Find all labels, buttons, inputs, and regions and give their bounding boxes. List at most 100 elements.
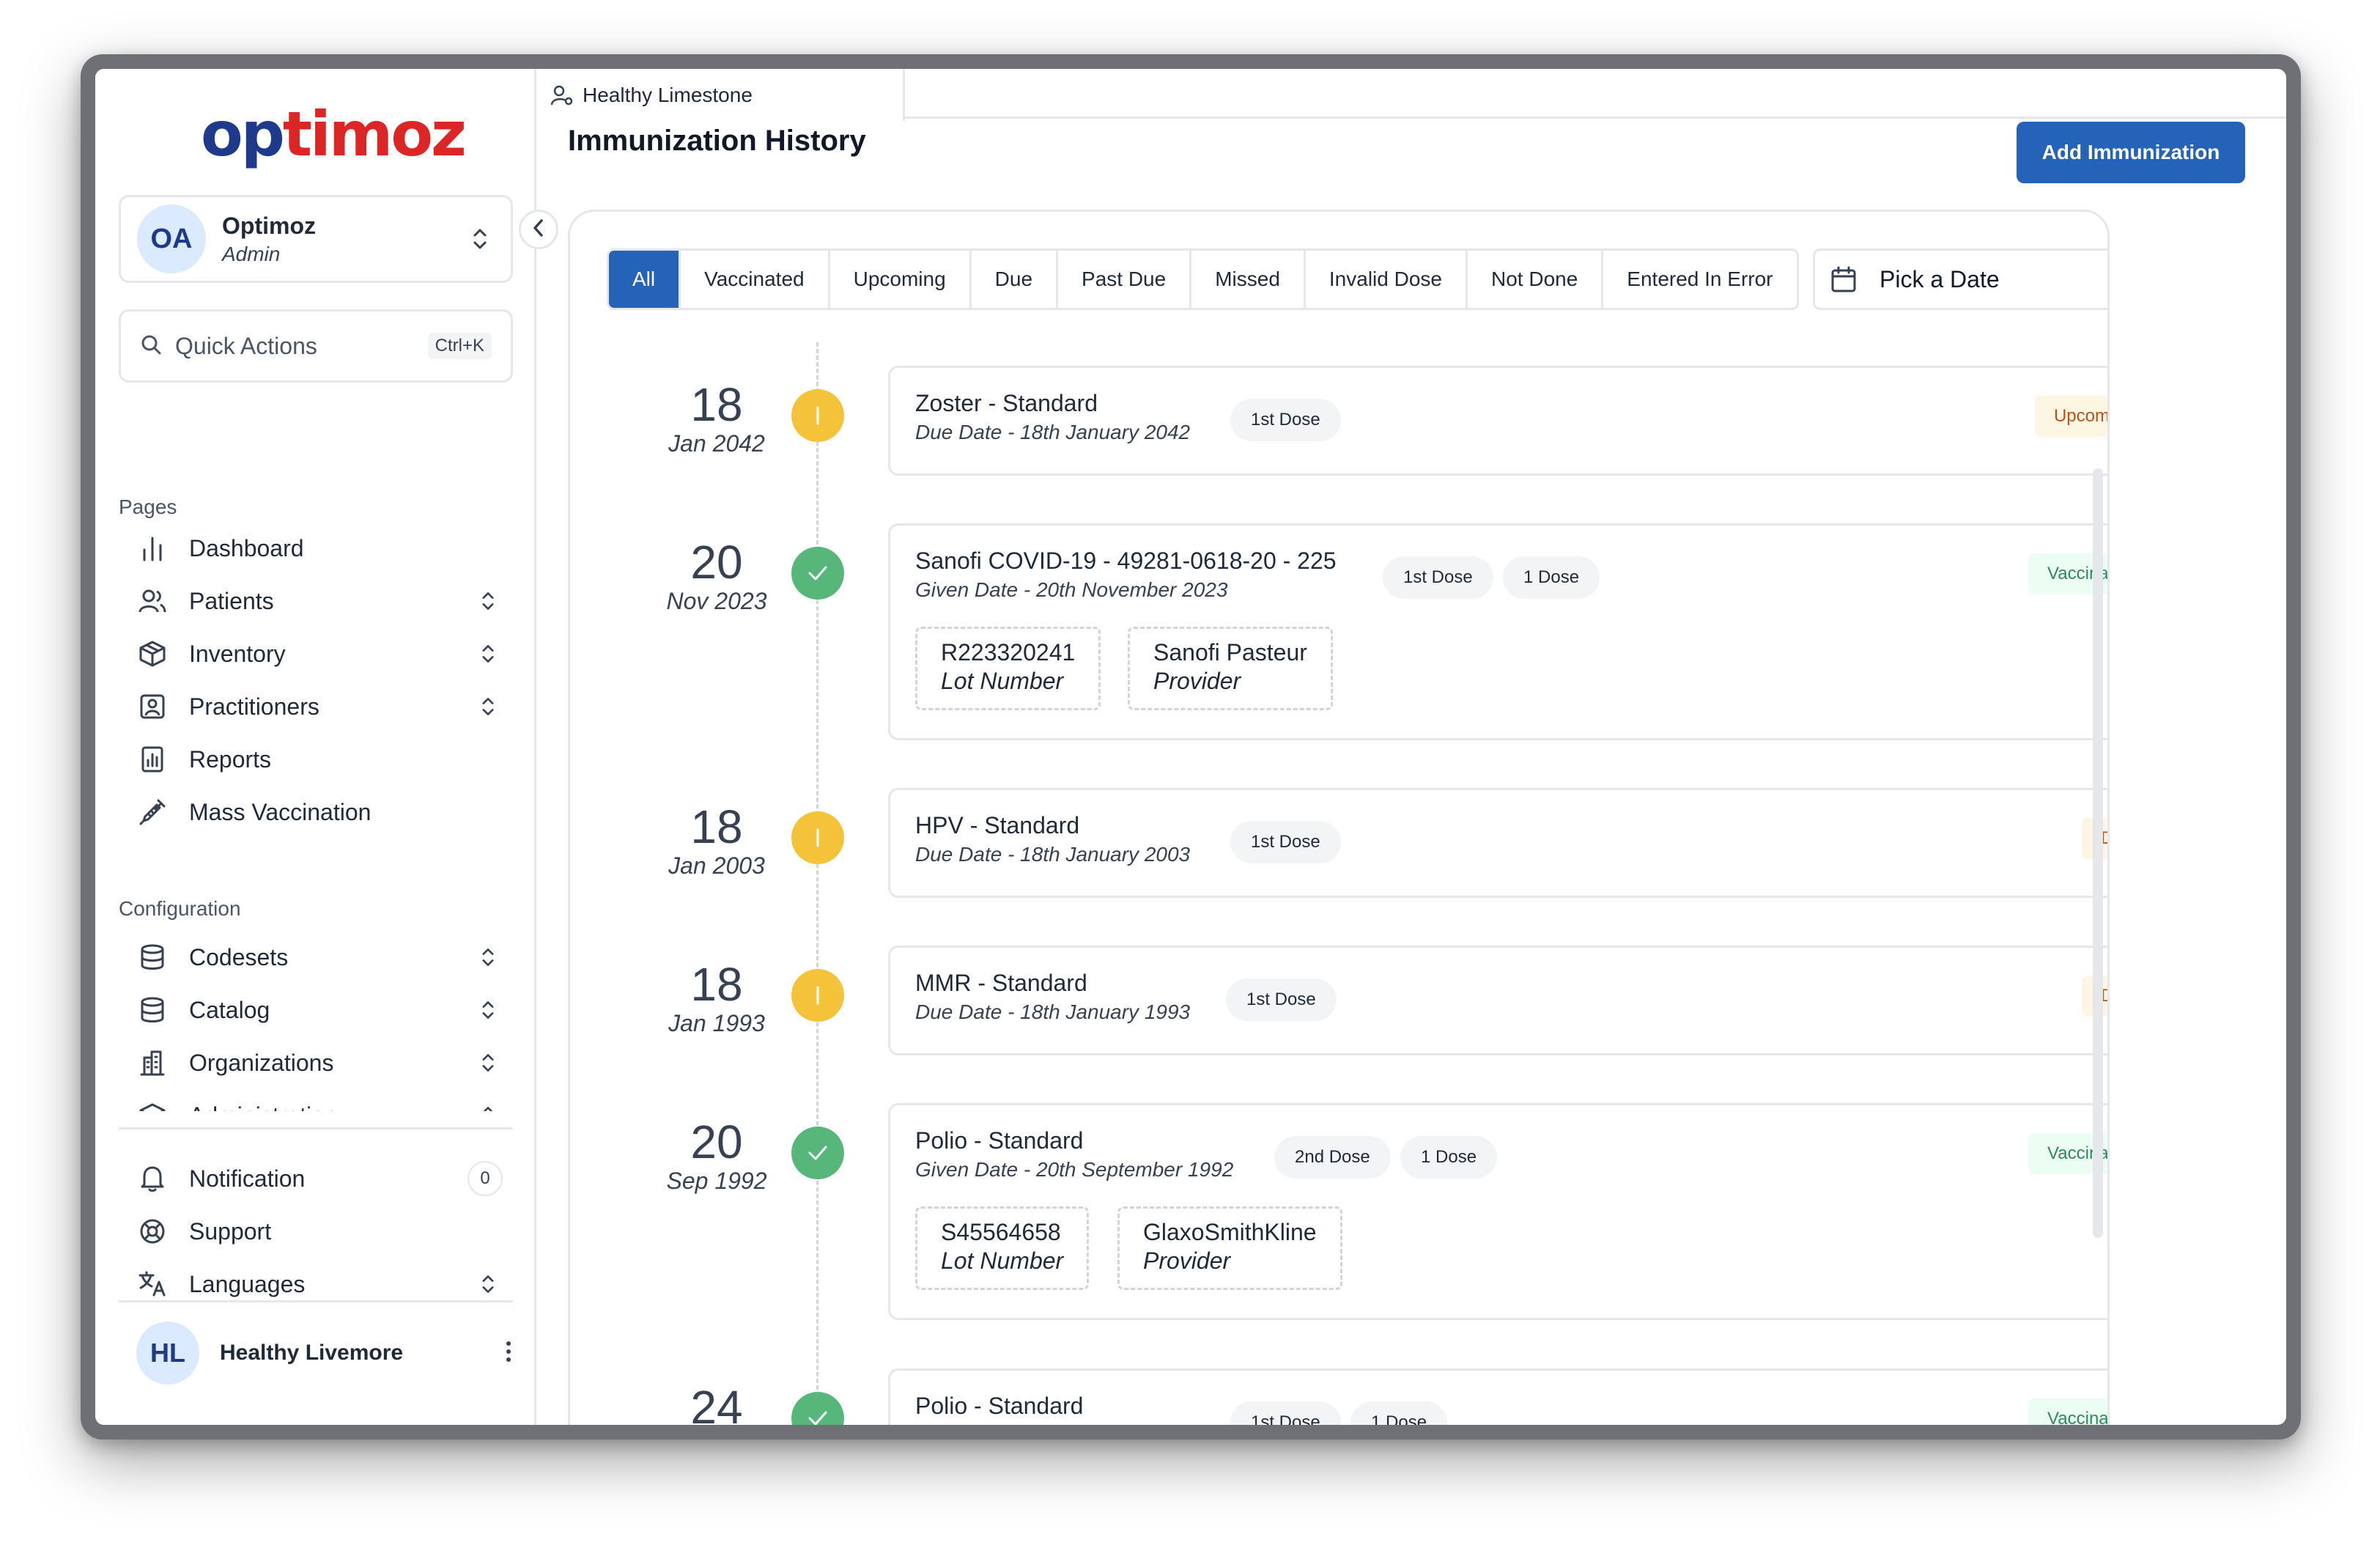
alert-icon	[791, 389, 844, 442]
provider-detail: GlaxoSmithKline Provider	[1117, 1206, 1342, 1290]
filter-due[interactable]: Due	[971, 251, 1059, 308]
more-vertical-icon[interactable]	[504, 1339, 513, 1368]
database-icon	[136, 994, 169, 1026]
immunization-card[interactable]: Zoster - Standard Due Date - 18th Januar…	[888, 366, 2107, 476]
filter-missed[interactable]: Missed	[1191, 251, 1306, 308]
vaccine-name: Sanofi COVID-19 - 49281-0618-20 - 225	[915, 548, 1337, 574]
vaccine-date: Given Date - 20th November 2023	[915, 578, 1228, 601]
filter-invalid-dose[interactable]: Invalid Dose	[1305, 251, 1468, 308]
vaccine-date: Given Date - 20th September 1992	[915, 1158, 1234, 1181]
entry-date: 20 Nov 2023	[666, 536, 767, 614]
dose-count-badge: 1 Dose	[1350, 1401, 1448, 1425]
immunization-card[interactable]: HPV - Standard Due Date - 18th January 2…	[888, 788, 2107, 898]
check-icon	[791, 1127, 844, 1179]
dose-badge: 1st Dose	[1230, 399, 1341, 441]
immunization-card[interactable]: Sanofi COVID-19 - 49281-0618-20 - 225 Gi…	[888, 523, 2107, 740]
dose-count-badge: 1 Dose	[1400, 1136, 1498, 1179]
sidebar: optimoz OA Optimoz Admin Quick Actions C…	[95, 69, 536, 1425]
syringe-icon	[136, 796, 169, 828]
nav-languages[interactable]: Languages	[136, 1258, 503, 1311]
immunization-history-card: All Vaccinated Upcoming Due Past Due Mis…	[568, 210, 2110, 1425]
filter-vaccinated[interactable]: Vaccinated	[681, 251, 830, 308]
scrollbar[interactable]	[2093, 468, 2103, 1238]
building-icon	[136, 1047, 169, 1079]
nav-inventory[interactable]: Inventory	[136, 627, 503, 680]
user-name: Healthy Livemore	[220, 1341, 404, 1365]
nav-codesets[interactable]: Codesets	[136, 931, 503, 984]
user-menu[interactable]: HL Healthy Livemore	[136, 1316, 513, 1390]
chevrons-up-down-icon	[473, 639, 503, 668]
entry-date: 24	[690, 1381, 743, 1425]
nav-support[interactable]: Support	[136, 1205, 503, 1258]
configuration-nav: Codesets Catalog Organizations Administr…	[136, 931, 503, 1111]
collapse-sidebar-button[interactable]	[519, 210, 558, 249]
nav-patients[interactable]: Patients	[136, 575, 503, 627]
immunization-card[interactable]: Polio - Standard Given Date - 20th Septe…	[888, 1103, 2107, 1320]
check-icon	[791, 547, 844, 600]
database-icon	[136, 941, 169, 973]
vaccine-name: HPV - Standard	[915, 812, 1080, 838]
nav-administration[interactable]: Administration	[136, 1089, 503, 1111]
main-content: Healthy Limestone Immunization History A…	[539, 69, 2286, 1425]
dose-badge: 2nd Dose	[1274, 1136, 1391, 1179]
add-immunization-button[interactable]: Add Immunization	[2017, 122, 2245, 183]
immunization-card[interactable]: MMR - Standard Due Date - 18th January 1…	[888, 946, 2107, 1055]
vaccine-name: MMR - Standard	[915, 970, 1087, 996]
entry-date: 20 Sep 1992	[666, 1116, 767, 1194]
timeline-line	[816, 342, 818, 1425]
alert-icon	[791, 969, 844, 1022]
patient-tab[interactable]: Healthy Limestone	[539, 69, 905, 121]
nav-dashboard[interactable]: Dashboard	[136, 522, 503, 575]
brand-logo[interactable]: optimoz	[201, 101, 467, 167]
nav-practitioners[interactable]: Practitioners	[136, 680, 503, 733]
contact-icon	[136, 690, 169, 723]
nav-organizations[interactable]: Organizations	[136, 1036, 503, 1089]
sidebar-divider	[119, 1300, 513, 1302]
nav-notification[interactable]: Notification 0	[136, 1152, 503, 1205]
patient-tab-bar: Healthy Limestone	[539, 69, 2286, 121]
entry-date: 18 Jan 1993	[668, 958, 765, 1036]
layers-icon	[136, 1099, 169, 1111]
shortcut-hint: Ctrl+K	[427, 333, 492, 359]
quick-actions-label: Quick Actions	[175, 332, 317, 359]
vaccine-name: Polio - Standard	[915, 1393, 1084, 1419]
dose-badge: 1st Dose	[1226, 978, 1337, 1021]
app-screen: optimoz OA Optimoz Admin Quick Actions C…	[95, 69, 2286, 1425]
pages-nav: Dashboard Patients Inventory Practitione…	[136, 522, 503, 838]
configuration-section-title: Configuration	[119, 897, 241, 920]
account-switcher[interactable]: OA Optimoz Admin	[119, 195, 513, 283]
date-picker[interactable]: Pick a Date	[1813, 248, 2107, 310]
date-picker-placeholder: Pick a Date	[1880, 265, 2000, 292]
nav-mass-vaccination[interactable]: Mass Vaccination	[136, 786, 503, 838]
filter-not-done[interactable]: Not Done	[1468, 251, 1604, 308]
filter-all[interactable]: All	[609, 251, 681, 308]
alert-icon	[791, 811, 844, 864]
chevrons-up-down-icon	[473, 692, 503, 721]
filter-entered-in-error[interactable]: Entered In Error	[1603, 251, 1797, 308]
chevron-left-icon	[531, 218, 546, 241]
chevrons-up-down-icon	[473, 586, 503, 616]
user-avatar: HL	[136, 1322, 199, 1385]
filter-past-due[interactable]: Past Due	[1058, 251, 1192, 308]
search-icon	[140, 333, 162, 359]
status-badge: Upcoming	[2034, 396, 2107, 437]
pages-section-title: Pages	[119, 495, 177, 518]
immunization-card[interactable]: Polio - Standard 1st Dose 1 Dose Vaccina…	[888, 1368, 2107, 1425]
chevrons-up-down-icon	[473, 995, 503, 1025]
quick-actions-search[interactable]: Quick Actions Ctrl+K	[119, 309, 513, 383]
report-icon	[136, 743, 169, 775]
app-window: optimoz OA Optimoz Admin Quick Actions C…	[81, 54, 2301, 1440]
lot-number-detail: R223320241 Lot Number	[915, 627, 1101, 710]
dose-count-badge: 1 Dose	[1503, 556, 1600, 599]
dose-badge: 1st Dose	[1230, 1401, 1341, 1425]
vaccine-date: Due Date - 18th January 2042	[915, 421, 1191, 443]
dose-badge: 1st Dose	[1383, 556, 1493, 599]
chevrons-up-down-icon	[465, 224, 495, 254]
chevrons-up-down-icon	[473, 1269, 503, 1299]
entry-date: 18 Jan 2003	[668, 800, 765, 879]
utility-nav: Notification 0 Support Languages	[136, 1152, 503, 1311]
lot-number-detail: S45564658 Lot Number	[915, 1206, 1090, 1290]
nav-reports[interactable]: Reports	[136, 733, 503, 786]
filter-upcoming[interactable]: Upcoming	[829, 251, 972, 308]
nav-catalog[interactable]: Catalog	[136, 984, 503, 1036]
